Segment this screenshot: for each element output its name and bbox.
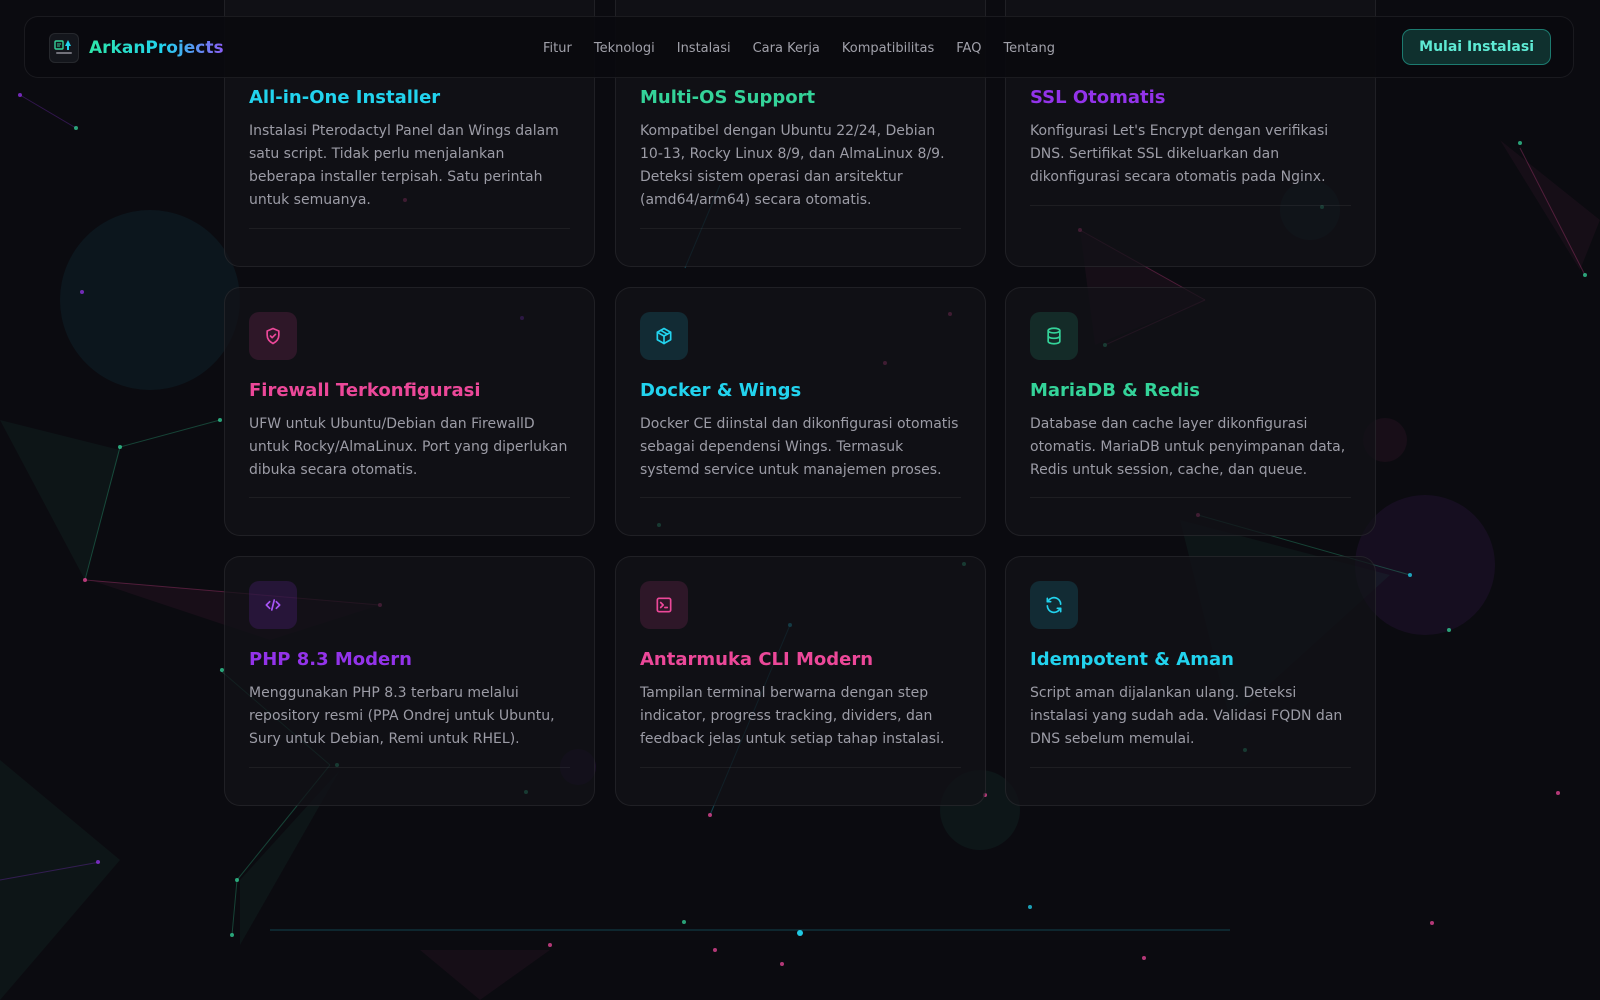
feature-title: Multi-OS Support (640, 87, 816, 108)
card-divider (249, 767, 570, 768)
refresh-icon (1030, 581, 1078, 629)
box-icon (640, 312, 688, 360)
feature-description: Instalasi Pterodactyl Panel dan Wings da… (249, 123, 559, 208)
nav-link-teknologi[interactable]: Teknologi (594, 41, 655, 56)
nav-link-cara-kerja[interactable]: Cara Kerja (753, 41, 820, 56)
feature-card-php[interactable]: PHP 8.3 Modern Menggunakan PHP 8.3 terba… (224, 556, 595, 806)
feature-description: Kompatibel dengan Ubuntu 22/24, Debian 1… (640, 123, 945, 208)
top-navbar: ArkanProjects Fitur Teknologi Instalasi … (24, 16, 1574, 78)
feature-title: PHP 8.3 Modern (249, 649, 412, 670)
feature-card-docker[interactable]: Docker & Wings Docker CE diinstal dan di… (615, 287, 986, 536)
brand[interactable]: ArkanProjects (49, 33, 224, 63)
card-divider (1030, 767, 1351, 768)
feature-title: Antarmuka CLI Modern (640, 649, 874, 670)
feature-card-idempotent[interactable]: Idempotent & Aman Script aman dijalankan… (1005, 556, 1376, 806)
feature-title: Idempotent & Aman (1030, 649, 1234, 670)
logo-icon (49, 33, 79, 63)
feature-title: Firewall Terkonfigurasi (249, 380, 481, 401)
nav-link-instalasi[interactable]: Instalasi (677, 41, 731, 56)
feature-title: Docker & Wings (640, 380, 802, 401)
database-icon (1030, 312, 1078, 360)
code-icon (249, 581, 297, 629)
card-divider (640, 228, 961, 229)
feature-description: Tampilan terminal berwarna dengan step i… (640, 685, 945, 747)
nav-links: Fitur Teknologi Instalasi Cara Kerja Kom… (25, 17, 1573, 79)
feature-card-mariadb[interactable]: MariaDB & Redis Database dan cache layer… (1005, 287, 1376, 536)
card-divider (1030, 497, 1351, 498)
card-divider (640, 767, 961, 768)
feature-description: Konfigurasi Let's Encrypt dengan verifik… (1030, 123, 1329, 185)
card-divider (640, 497, 961, 498)
shield-icon (249, 312, 297, 360)
card-divider (1030, 205, 1351, 206)
card-divider (249, 228, 570, 229)
features-grid: All-in-One Installer Instalasi Pterodact… (224, 0, 1376, 1000)
feature-description: UFW untuk Ubuntu/Debian dan FirewallD un… (249, 416, 568, 478)
feature-description: Database dan cache layer dikonfigurasi o… (1030, 416, 1346, 478)
start-install-button[interactable]: Mulai Instalasi (1402, 29, 1551, 65)
feature-description: Docker CE diinstal dan dikonfigurasi oto… (640, 416, 959, 478)
feature-description: Menggunakan PHP 8.3 terbaru melalui repo… (249, 685, 555, 747)
nav-link-tentang[interactable]: Tentang (1003, 41, 1055, 56)
nav-link-kompatibilitas[interactable]: Kompatibilitas (842, 41, 934, 56)
feature-description: Script aman dijalankan ulang. Deteksi in… (1030, 685, 1343, 747)
feature-title: All-in-One Installer (249, 87, 441, 108)
feature-card-cli[interactable]: Antarmuka CLI Modern Tampilan terminal b… (615, 556, 986, 806)
terminal-icon (640, 581, 688, 629)
nav-link-fitur[interactable]: Fitur (543, 41, 572, 56)
feature-card-firewall[interactable]: Firewall Terkonfigurasi UFW untuk Ubuntu… (224, 287, 595, 536)
nav-link-faq[interactable]: FAQ (956, 41, 981, 56)
feature-title: MariaDB & Redis (1030, 380, 1200, 401)
card-divider (249, 497, 570, 498)
brand-name: ArkanProjects (89, 38, 224, 58)
feature-title: SSL Otomatis (1030, 87, 1166, 108)
